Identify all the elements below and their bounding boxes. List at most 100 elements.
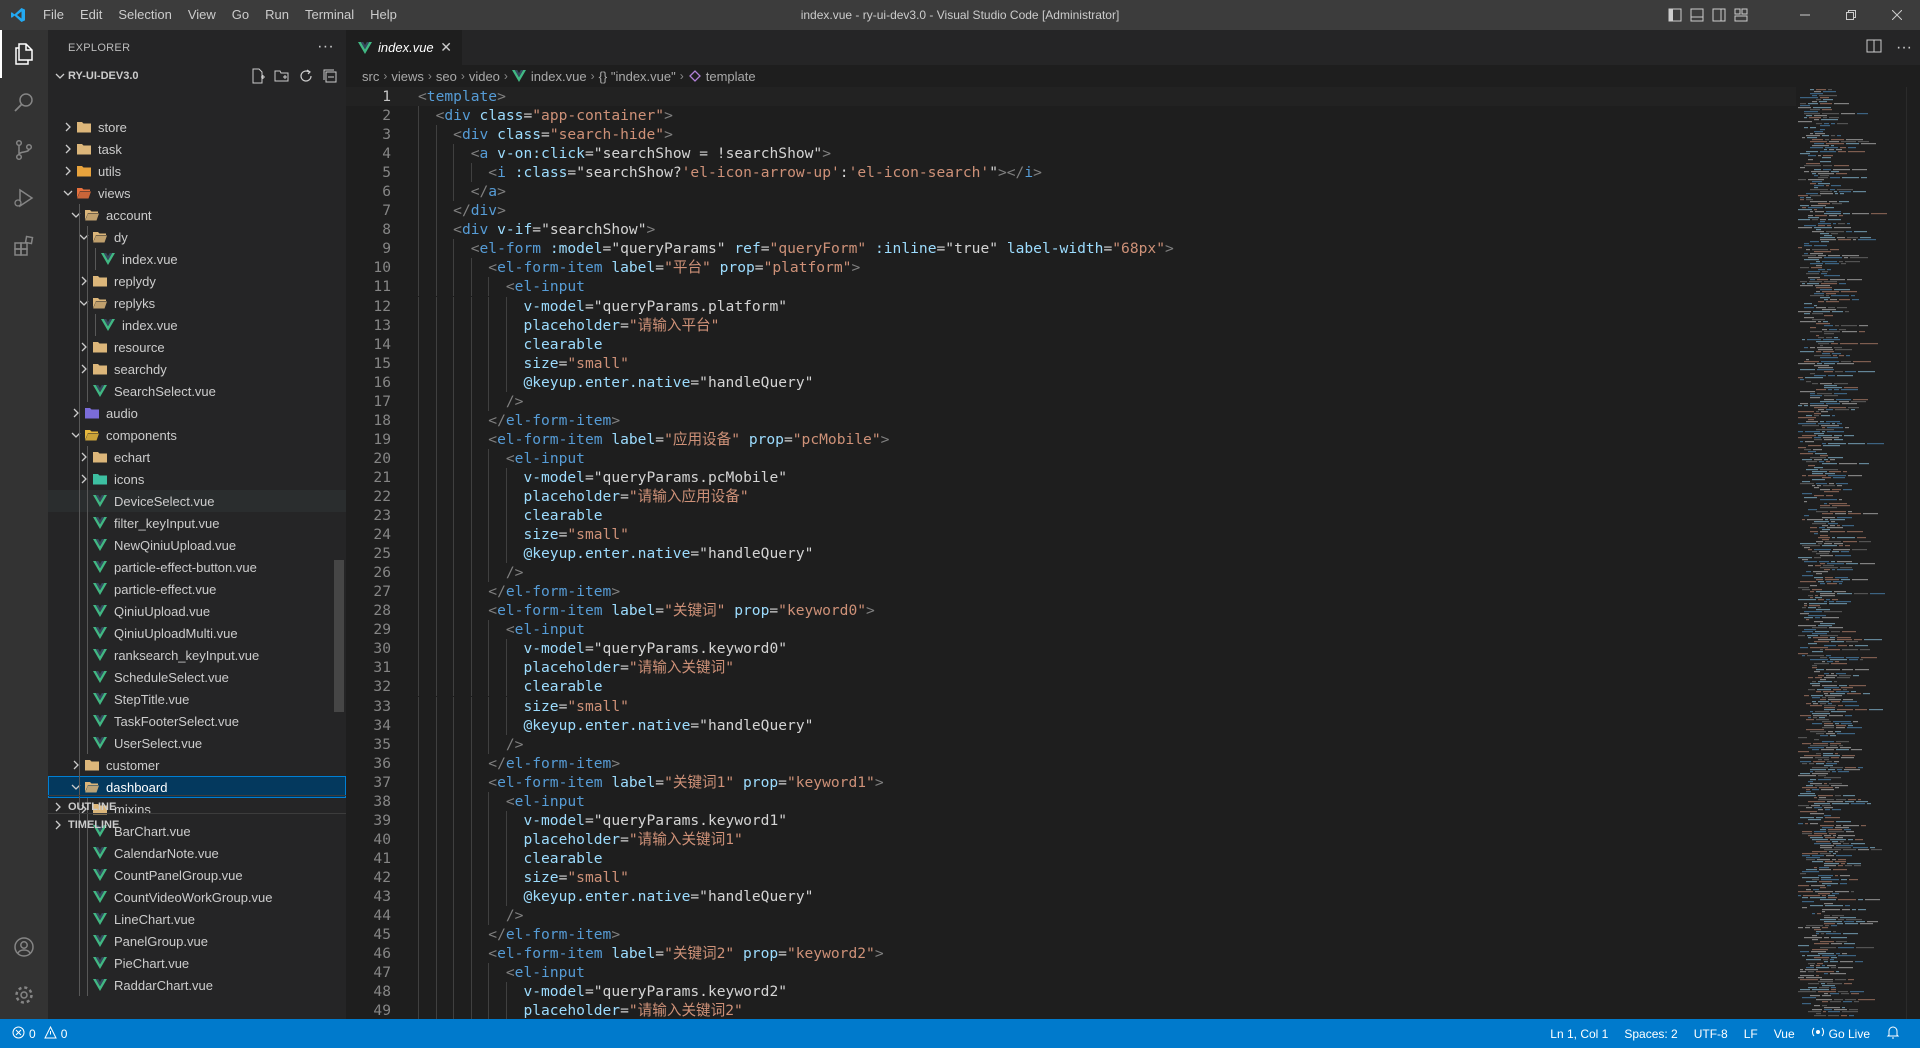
breadcrumb-item[interactable]: seo — [436, 69, 457, 84]
tree-file[interactable]: StepTitle.vue — [48, 688, 346, 710]
code-line[interactable]: 11 <el-input — [346, 277, 1796, 297]
menu-go[interactable]: Go — [224, 0, 257, 30]
new-folder-icon[interactable] — [274, 68, 290, 87]
code-line[interactable]: 9 <el-form :model="queryParams" ref="que… — [346, 239, 1796, 259]
code-line[interactable]: 27 </el-form-item> — [346, 582, 1796, 602]
code-line[interactable]: 32 clearable — [346, 677, 1796, 697]
indentation[interactable]: Spaces: 2 — [1624, 1027, 1677, 1041]
code-line[interactable]: 1 <template> — [346, 87, 1796, 106]
extensions-icon[interactable] — [0, 222, 48, 270]
code-line[interactable]: 34 @keyup.enter.native="handleQuery" — [346, 715, 1796, 735]
code-line[interactable]: 40 placeholder="请输入关键词1" — [346, 829, 1796, 849]
menu-selection[interactable]: Selection — [110, 0, 179, 30]
project-root[interactable]: RY-UI-DEV3.0 — [48, 65, 346, 87]
code-line[interactable]: 28 <el-form-item label="关键词" prop="keywo… — [346, 601, 1796, 621]
code-line[interactable]: 48 v-model="queryParams.keyword2" — [346, 982, 1796, 1002]
menu-terminal[interactable]: Terminal — [297, 0, 362, 30]
breadcrumb-item[interactable]: template — [706, 69, 756, 84]
code-line[interactable]: 29 <el-input — [346, 620, 1796, 640]
code-line[interactable]: 3 <div class="search-hide"> — [346, 125, 1796, 145]
tree-folder[interactable]: utils — [48, 160, 346, 182]
timeline-section[interactable]: TIMELINE — [48, 813, 346, 835]
tree-file[interactable]: DeviceSelect.vue — [48, 490, 346, 512]
code-line[interactable]: 39 v-model="queryParams.keyword1" — [346, 810, 1796, 830]
code-line[interactable]: 43 @keyup.enter.native="handleQuery" — [346, 886, 1796, 906]
minimize-button[interactable] — [1782, 0, 1828, 30]
tree-file[interactable]: particle-effect-button.vue — [48, 556, 346, 578]
code-line[interactable]: 41 clearable — [346, 848, 1796, 868]
tree-folder[interactable]: echart — [48, 446, 346, 468]
breadcrumb-item[interactable]: index.vue — [531, 69, 587, 84]
editor-scrollbar[interactable] — [1906, 87, 1920, 1019]
tree-file[interactable]: CalendarNote.vue — [48, 842, 346, 864]
cursor-position[interactable]: Ln 1, Col 1 — [1550, 1027, 1608, 1041]
tree-file[interactable]: particle-effect.vue — [48, 578, 346, 600]
code-line[interactable]: 33 size="small" — [346, 696, 1796, 716]
breadcrumb-item[interactable]: src — [362, 69, 379, 84]
code-line[interactable]: 31 placeholder="请输入关键词" — [346, 658, 1796, 678]
code-line[interactable]: 21 v-model="queryParams.pcMobile" — [346, 467, 1796, 487]
tree-file[interactable]: PieChart.vue — [48, 952, 346, 974]
code-line[interactable]: 12 v-model="queryParams.platform" — [346, 296, 1796, 316]
more-actions-icon[interactable]: ··· — [317, 38, 334, 56]
code-line[interactable]: 10 <el-form-item label="平台" prop="platfo… — [346, 258, 1796, 278]
tree-folder[interactable]: views — [48, 182, 346, 204]
tree-folder[interactable]: icons — [48, 468, 346, 490]
code-line[interactable]: 20 <el-input — [346, 448, 1796, 468]
tree-file[interactable]: index.vue — [48, 314, 346, 336]
tree-folder[interactable]: audio — [48, 402, 346, 424]
encoding[interactable]: UTF-8 — [1694, 1027, 1728, 1041]
problems-indicator[interactable]: 0 0 — [0, 1025, 67, 1042]
menu-file[interactable]: File — [35, 0, 72, 30]
tree-file[interactable]: PanelGroup.vue — [48, 930, 346, 952]
split-editor-icon[interactable] — [1866, 38, 1882, 57]
tree-file[interactable]: RaddarChart.vue — [48, 974, 346, 996]
code-line[interactable]: 42 size="small" — [346, 867, 1796, 887]
minimap[interactable] — [1796, 87, 1906, 1019]
tree-file[interactable]: SearchSelect.vue — [48, 380, 346, 402]
code-line[interactable]: 17 /> — [346, 391, 1796, 411]
code-line[interactable]: 23 clearable — [346, 506, 1796, 526]
code-line[interactable]: 36 </el-form-item> — [346, 753, 1796, 773]
code-line[interactable]: 24 size="small" — [346, 525, 1796, 545]
new-file-icon[interactable] — [250, 68, 266, 87]
sidebar-scrollbar[interactable] — [334, 560, 344, 712]
code-line[interactable]: 37 <el-form-item label="关键词1" prop="keyw… — [346, 772, 1796, 792]
refresh-icon[interactable] — [298, 68, 314, 87]
code-line[interactable]: 38 <el-input — [346, 791, 1796, 811]
tree-folder[interactable]: account — [48, 204, 346, 226]
collapse-all-icon[interactable] — [322, 68, 338, 87]
code-line[interactable]: 19 <el-form-item label="应用设备" prop="pcMo… — [346, 429, 1796, 449]
code-line[interactable]: 8 <div v-if="searchShow"> — [346, 220, 1796, 240]
toggle-sidebar-icon[interactable] — [1664, 0, 1686, 30]
code-line[interactable]: 22 placeholder="请输入应用设备" — [346, 486, 1796, 506]
tree-file[interactable]: QiniuUploadMulti.vue — [48, 622, 346, 644]
code-line[interactable]: 47 <el-input — [346, 963, 1796, 983]
code-line[interactable]: 14 clearable — [346, 334, 1796, 354]
accounts-icon[interactable] — [0, 923, 48, 971]
language-mode[interactable]: Vue — [1774, 1027, 1795, 1041]
tree-file[interactable]: filter_keyInput.vue — [48, 512, 346, 534]
code-line[interactable]: 25 @keyup.enter.native="handleQuery" — [346, 544, 1796, 564]
code-line[interactable]: 7 </div> — [346, 201, 1796, 221]
breadcrumb-item[interactable]: views — [391, 69, 424, 84]
breadcrumb-item[interactable]: {} "index.vue" — [599, 69, 676, 84]
code-line[interactable]: 5 <i :class="searchShow?'el-icon-arrow-u… — [346, 163, 1796, 183]
code-line[interactable]: 49 placeholder="请输入关键词2" — [346, 1001, 1796, 1019]
run-debug-icon[interactable] — [0, 174, 48, 222]
code-line[interactable]: 13 placeholder="请输入平台" — [346, 315, 1796, 335]
tree-file[interactable]: ScheduleSelect.vue — [48, 666, 346, 688]
menu-edit[interactable]: Edit — [72, 0, 110, 30]
source-control-icon[interactable] — [0, 126, 48, 174]
tree-file[interactable]: index.vue — [48, 248, 346, 270]
customize-layout-icon[interactable] — [1730, 0, 1752, 30]
explorer-icon[interactable] — [0, 30, 48, 78]
toggle-panel-icon[interactable] — [1686, 0, 1708, 30]
end-of-line[interactable]: LF — [1744, 1027, 1758, 1041]
tab-index-vue[interactable]: index.vue ✕ — [346, 30, 462, 65]
tree-folder[interactable]: searchdy — [48, 358, 346, 380]
code-line[interactable]: 2 <div class="app-container"> — [346, 106, 1796, 126]
code-line[interactable]: 26 /> — [346, 563, 1796, 583]
menu-help[interactable]: Help — [362, 0, 405, 30]
tree-folder[interactable]: customer — [48, 754, 346, 776]
